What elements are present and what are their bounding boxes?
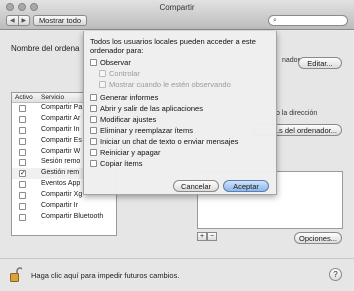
- privilege-checkbox: [99, 70, 106, 77]
- service-name: Eventos App: [41, 180, 81, 188]
- privilege-label: Generar informes: [100, 93, 159, 102]
- access-privileges-sheet: Todos los usuarios locales pueden accede…: [83, 31, 277, 195]
- service-checkbox[interactable]: [19, 115, 26, 123]
- add-user-button[interactable]: +: [197, 232, 207, 241]
- privilege-label: Mostrar cuando le estén observando: [109, 80, 231, 89]
- service-name: Sesión remo: [41, 158, 81, 166]
- accept-button[interactable]: Aceptar: [223, 180, 269, 192]
- privilege-label: Controlar: [109, 69, 140, 78]
- service-checkbox[interactable]: ✓: [19, 170, 26, 178]
- service-checkbox[interactable]: [19, 159, 26, 167]
- lock-bar: Haga clic aquí para impedir futuros camb…: [0, 258, 354, 291]
- window-title: Compartir: [159, 3, 195, 12]
- open-lock-icon[interactable]: [10, 267, 22, 282]
- service-row[interactable]: Compartir Bluetooth: [12, 212, 116, 223]
- privilege-checkbox[interactable]: [90, 105, 97, 112]
- service-checkbox[interactable]: [19, 148, 26, 156]
- service-checkbox[interactable]: [19, 126, 26, 134]
- service-name: Compartir Pa: [41, 104, 83, 111]
- privilege-label: Modificar ajustes: [100, 115, 157, 124]
- privilege-checkbox[interactable]: [90, 127, 97, 134]
- back-button[interactable]: ◀: [7, 16, 18, 25]
- column-header-active[interactable]: Activo: [15, 94, 33, 101]
- address-hint-text: o la dirección: [276, 110, 318, 117]
- service-checkbox[interactable]: [19, 105, 26, 112]
- privilege-checkbox[interactable]: [90, 116, 97, 123]
- column-header-service[interactable]: Servicio: [41, 94, 64, 101]
- privilege-label: Reiniciar y apagar: [100, 148, 161, 157]
- help-button[interactable]: ?: [329, 268, 342, 281]
- privilege-checkbox[interactable]: [90, 160, 97, 167]
- privilege-checkbox: [99, 81, 106, 88]
- service-name: Compartir Bluetooth: [41, 212, 104, 220]
- sheet-prompt: Todos los usuarios locales pueden accede…: [90, 37, 256, 55]
- privilege-label: Observar: [100, 58, 131, 67]
- service-name: Compartir Es: [41, 136, 82, 144]
- show-all-button[interactable]: Mostrar todo: [33, 15, 87, 26]
- privilege-checkbox[interactable]: [90, 94, 97, 101]
- magnifier-icon: ⌕: [273, 17, 277, 24]
- service-name: Compartir Ar: [41, 114, 81, 122]
- privilege-checkbox[interactable]: [90, 149, 97, 156]
- cancel-button[interactable]: Cancelar: [173, 180, 219, 192]
- service-name: Gestión rem: [41, 169, 80, 177]
- service-name: Compartir Ir: [41, 202, 78, 210]
- service-checkbox[interactable]: [19, 192, 26, 200]
- service-row[interactable]: Compartir Ir: [12, 201, 116, 212]
- service-checkbox[interactable]: [19, 213, 26, 221]
- privilege-label: Copiar ítems: [100, 159, 143, 168]
- service-checkbox[interactable]: [19, 181, 26, 189]
- privilege-label: Iniciar un chat de texto o enviar mensaj…: [100, 137, 239, 146]
- computer-name-label: Nombre del ordena: [11, 44, 80, 53]
- privilege-label: Abrir y salir de las aplicaciones: [100, 104, 203, 113]
- remove-user-button[interactable]: −: [207, 232, 217, 241]
- service-checkbox[interactable]: [19, 203, 26, 211]
- service-checkbox[interactable]: [19, 137, 26, 145]
- service-name: Compartir In: [41, 125, 80, 133]
- options-button[interactable]: Opciones...: [294, 232, 342, 244]
- lock-message[interactable]: Haga clic aquí para impedir futuros camb…: [31, 271, 179, 280]
- privilege-checkbox[interactable]: [90, 59, 97, 66]
- forward-button[interactable]: ▶: [17, 16, 30, 25]
- window-titlebar: Compartir ◀ ▶ Mostrar todo ⌕: [0, 0, 354, 30]
- service-name: Compartir W: [41, 147, 81, 155]
- edit-computer-name-button[interactable]: Editar...: [298, 57, 342, 69]
- search-field[interactable]: ⌕: [268, 15, 348, 26]
- privilege-label: Eliminar y reemplazar ítems: [100, 126, 193, 135]
- privilege-checkbox[interactable]: [90, 138, 97, 145]
- service-name: Compartir Xg: [41, 191, 83, 199]
- back-forward-control: ◀ ▶: [6, 15, 30, 26]
